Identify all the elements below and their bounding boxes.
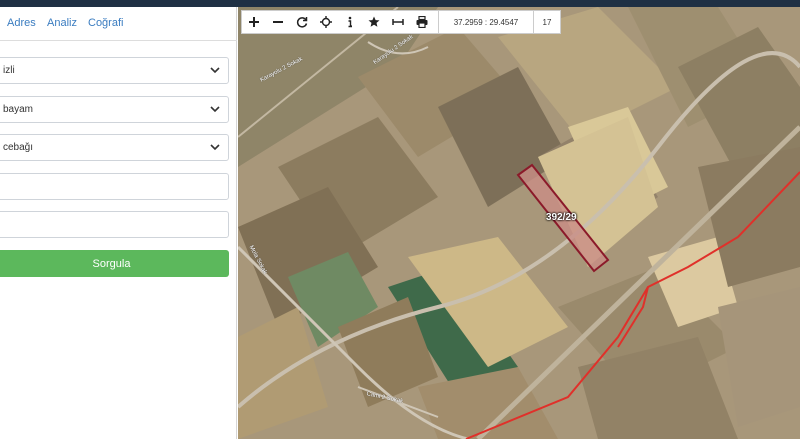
mahalle-select[interactable]: cebağı [0, 134, 229, 161]
map-toolbar: 37.2959 : 29.4547 17 [241, 10, 561, 34]
chevron-down-icon [208, 141, 222, 155]
query-sidebar: Adres Analiz Coğrafi izli bayam cebağı S… [0, 7, 237, 439]
parcel-label[interactable]: 392/29 [546, 212, 577, 223]
measure-icon[interactable] [386, 11, 410, 33]
tab-adres[interactable]: Adres [7, 17, 36, 29]
print-icon[interactable] [410, 11, 434, 33]
ada-input[interactable] [0, 173, 229, 200]
zoom-level: 17 [542, 17, 552, 27]
sorgula-button[interactable]: Sorgula [0, 250, 229, 277]
top-header-bar [0, 0, 800, 7]
il-select[interactable]: izli [0, 57, 229, 84]
chevron-down-icon [208, 103, 222, 117]
plus-icon[interactable] [242, 11, 266, 33]
coordinate-readout: 37.2959 : 29.4547 [438, 11, 534, 33]
ilce-select[interactable]: bayam [0, 96, 229, 123]
sidebar-tabs: Adres Analiz Coğrafi [0, 7, 237, 41]
mahalle-select-value: cebağı [3, 142, 34, 153]
chevron-down-icon [208, 64, 222, 78]
il-select-value: izli [3, 65, 15, 76]
info-icon[interactable] [338, 11, 362, 33]
tab-analiz[interactable]: Analiz [47, 17, 77, 29]
map-imagery [238, 7, 800, 439]
tab-cografi[interactable]: Coğrafi [88, 17, 123, 29]
refresh-icon[interactable] [290, 11, 314, 33]
crosshair-icon[interactable] [314, 11, 338, 33]
star-icon[interactable] [362, 11, 386, 33]
parsel-input[interactable] [0, 211, 229, 238]
minus-icon[interactable] [266, 11, 290, 33]
satellite-map[interactable]: 37.2959 : 29.4547 17 392/29 Karayolu 2 S… [238, 7, 800, 439]
ilce-select-value: bayam [3, 104, 34, 115]
